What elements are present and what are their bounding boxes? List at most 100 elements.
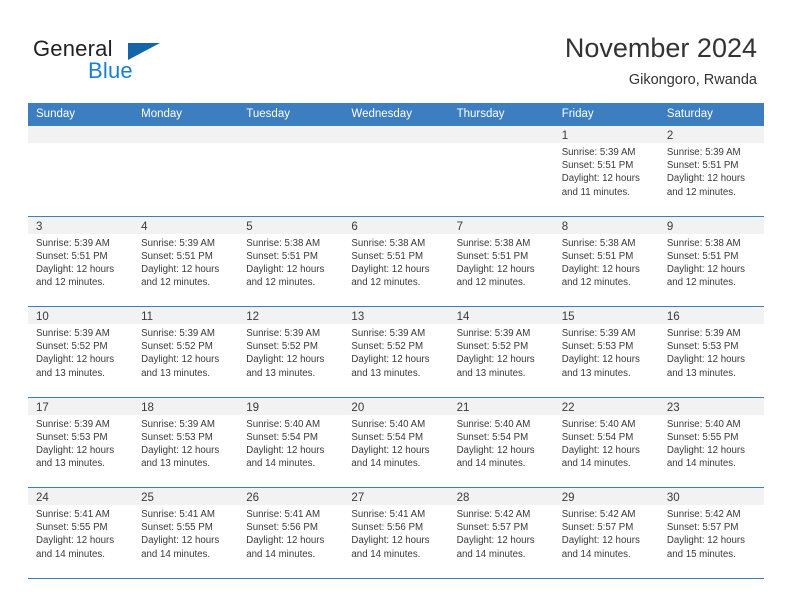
- day-cell[interactable]: 6 Sunrise: 5:38 AM Sunset: 5:51 PM Daylight…: [343, 216, 449, 306]
- day-details: Sunrise: 5:39 AM Sunset: 5:51 PM Daylight:…: [28, 234, 133, 290]
- day-number-band: 16: [658, 307, 764, 324]
- day-number-band: 21: [448, 397, 554, 415]
- day-cell[interactable]: 7 Sunrise: 5:38 AM Sunset: 5:51 PM Daylight…: [448, 216, 554, 306]
- day-cell[interactable]: 21 Sunrise: 5:40 AM Sunset: 5:54 PM Dayligh…: [448, 397, 554, 487]
- day-cell[interactable]: 23 Sunrise: 5:40 AM Sunset: 5:55 PM Dayligh…: [658, 397, 764, 487]
- daylight-text-line2: and 13 minutes.: [351, 367, 421, 379]
- sunset-text: Sunset: 5:52 PM: [246, 341, 318, 353]
- day-number-band: 26: [238, 488, 344, 505]
- day-cell[interactable]: 28 Sunrise: 5:42 AM Sunset: 5:57 PM Dayligh…: [448, 488, 554, 578]
- day-cell[interactable]: 29 Sunrise: 5:42 AM Sunset: 5:57 PM Dayligh…: [553, 488, 659, 578]
- day-number: 28: [456, 492, 470, 504]
- sunrise-text: Sunrise: 5:39 AM: [561, 147, 636, 158]
- sunrise-text: Sunrise: 5:39 AM: [351, 328, 426, 339]
- day-number: 17: [36, 401, 49, 414]
- day-cell-empty: [448, 126, 554, 216]
- day-number-band: [28, 126, 134, 143]
- sunrise-text: Sunrise: 5:39 AM: [561, 328, 636, 339]
- sunset-text: Sunset: 5:55 PM: [141, 522, 213, 534]
- daylight-text-line1: Daylight: 12 hours: [351, 263, 430, 275]
- day-number-band: 10: [28, 307, 134, 324]
- day-details: Sunrise: 5:39 AM Sunset: 5:51 PM Daylight:…: [554, 143, 659, 199]
- day-details: Sunrise: 5:38 AM Sunset: 5:51 PM Daylight:…: [554, 234, 659, 290]
- weekday-friday: Friday: [561, 108, 594, 120]
- day-details: Sunrise: 5:38 AM Sunset: 5:51 PM Daylight:…: [659, 234, 764, 290]
- daylight-text-line1: Daylight: 12 hours: [246, 354, 325, 366]
- daylight-text-line2: and 12 minutes.: [141, 277, 211, 289]
- daylight-text-line2: and 14 minutes.: [456, 458, 526, 470]
- day-cell[interactable]: 3 Sunrise: 5:39 AM Sunset: 5:51 PM Daylight…: [28, 216, 134, 306]
- day-cell[interactable]: 30 Sunrise: 5:42 AM Sunset: 5:57 PM Dayligh…: [658, 488, 764, 578]
- day-cell[interactable]: 9 Sunrise: 5:38 AM Sunset: 5:51 PM Daylight…: [658, 216, 764, 306]
- sunrise-text: Sunrise: 5:39 AM: [246, 328, 321, 339]
- day-cell[interactable]: 19 Sunrise: 5:40 AM Sunset: 5:54 PM Dayligh…: [238, 397, 344, 487]
- daylight-text-line1: Daylight: 12 hours: [246, 444, 325, 456]
- sunset-text: Sunset: 5:55 PM: [36, 522, 108, 534]
- day-cell[interactable]: 25 Sunrise: 5:41 AM Sunset: 5:55 PM Dayligh…: [133, 488, 239, 578]
- day-cell[interactable]: 12 Sunrise: 5:39 AM Sunset: 5:52 PM Dayligh…: [238, 307, 344, 397]
- day-cell[interactable]: 10 Sunrise: 5:39 AM Sunset: 5:52 PM Dayligh…: [28, 307, 134, 397]
- day-number: 14: [456, 311, 470, 323]
- day-details: Sunrise: 5:40 AM Sunset: 5:54 PM Daylight:…: [238, 415, 343, 471]
- day-cell[interactable]: 13 Sunrise: 5:39 AM Sunset: 5:52 PM Dayligh…: [343, 307, 449, 397]
- daylight-text-line2: and 13 minutes.: [561, 367, 631, 379]
- sunset-text: Sunset: 5:53 PM: [561, 341, 634, 353]
- day-cell[interactable]: 18 Sunrise: 5:39 AM Sunset: 5:53 PM Dayligh…: [133, 397, 239, 487]
- day-number: 2: [666, 130, 674, 142]
- day-cell[interactable]: 1 Sunrise: 5:39 AM Sunset: 5:51 PM Daylight…: [553, 126, 659, 216]
- sunrise-text: Sunrise: 5:40 AM: [351, 418, 426, 430]
- day-cell[interactable]: 17 Sunrise: 5:39 AM Sunset: 5:53 PM Dayligh…: [28, 397, 134, 487]
- day-details: Sunrise: 5:41 AM Sunset: 5:56 PM Daylight:…: [238, 505, 343, 561]
- day-cell[interactable]: 2 Sunrise: 5:39 AM Sunset: 5:51 PM Daylight…: [658, 126, 764, 216]
- sunrise-text: Sunrise: 5:42 AM: [456, 509, 531, 520]
- day-cell[interactable]: 27 Sunrise: 5:41 AM Sunset: 5:56 PM Dayligh…: [343, 488, 449, 578]
- daylight-text-line1: Daylight: 12 hours: [561, 354, 640, 366]
- day-details: Sunrise: 5:39 AM Sunset: 5:52 PM Daylight:…: [28, 324, 133, 380]
- sunset-text: Sunset: 5:57 PM: [561, 522, 634, 534]
- daylight-text-line1: Daylight: 12 hours: [246, 535, 325, 547]
- daylight-text-line1: Daylight: 12 hours: [456, 354, 535, 366]
- general-blue-logo[interactable]: General Blue: [33, 36, 213, 86]
- daylight-text-line1: Daylight: 12 hours: [36, 354, 115, 366]
- day-number: 15: [561, 311, 575, 323]
- daylight-text-line2: and 13 minutes.: [666, 367, 736, 379]
- day-details: Sunrise: 5:39 AM Sunset: 5:53 PM Daylight:…: [133, 415, 238, 471]
- daylight-text-line2: and 13 minutes.: [246, 367, 316, 379]
- day-number-band: 28: [448, 488, 554, 505]
- sunset-text: Sunset: 5:51 PM: [351, 250, 424, 262]
- daylight-text-line2: and 11 minutes.: [561, 186, 630, 198]
- daylight-text-line2: and 13 minutes.: [456, 367, 526, 379]
- day-cell[interactable]: 5 Sunrise: 5:38 AM Sunset: 5:51 PM Daylight…: [238, 216, 344, 306]
- weekday-sunday: Sunday: [36, 108, 76, 120]
- day-details: Sunrise: 5:42 AM Sunset: 5:57 PM Daylight:…: [659, 505, 764, 561]
- daylight-text-line2: and 12 minutes.: [561, 277, 631, 289]
- day-number-band: [238, 126, 344, 143]
- day-cell[interactable]: 8 Sunrise: 5:38 AM Sunset: 5:51 PM Daylight…: [553, 216, 659, 306]
- sunset-text: Sunset: 5:57 PM: [456, 522, 529, 534]
- day-number-band: 9: [658, 216, 764, 234]
- day-cell[interactable]: 14 Sunrise: 5:39 AM Sunset: 5:52 PM Dayligh…: [448, 307, 554, 397]
- daylight-text-line2: and 14 minutes.: [666, 458, 736, 470]
- day-number-band: 3: [28, 216, 134, 234]
- daylight-text-line2: and 12 minutes.: [456, 277, 526, 289]
- day-number: 24: [36, 492, 49, 504]
- sunrise-text: Sunrise: 5:39 AM: [456, 328, 531, 339]
- sunrise-text: Sunrise: 5:39 AM: [666, 328, 741, 339]
- daylight-text-line1: Daylight: 12 hours: [666, 173, 745, 185]
- day-cell[interactable]: 11 Sunrise: 5:39 AM Sunset: 5:52 PM Dayligh…: [133, 307, 239, 397]
- day-number: 30: [666, 492, 680, 504]
- day-cell[interactable]: 15 Sunrise: 5:39 AM Sunset: 5:53 PM Dayligh…: [553, 307, 659, 397]
- day-details: Sunrise: 5:39 AM Sunset: 5:52 PM Daylight:…: [238, 324, 343, 380]
- day-number-band: [133, 126, 239, 143]
- day-cell[interactable]: 24 Sunrise: 5:41 AM Sunset: 5:55 PM Dayligh…: [28, 488, 134, 578]
- day-cell[interactable]: 26 Sunrise: 5:41 AM Sunset: 5:56 PM Dayligh…: [238, 488, 344, 578]
- daylight-text-line1: Daylight: 12 hours: [36, 535, 115, 547]
- sunset-text: Sunset: 5:51 PM: [141, 250, 213, 262]
- day-cell[interactable]: 16 Sunrise: 5:39 AM Sunset: 5:53 PM Dayligh…: [658, 307, 764, 397]
- day-cell[interactable]: 4 Sunrise: 5:39 AM Sunset: 5:51 PM Daylight…: [133, 216, 239, 306]
- sunset-text: Sunset: 5:51 PM: [456, 250, 529, 262]
- day-cell[interactable]: 20 Sunrise: 5:40 AM Sunset: 5:54 PM Dayligh…: [343, 397, 449, 487]
- daylight-text-line1: Daylight: 12 hours: [456, 535, 535, 547]
- day-number-band: 19: [238, 397, 344, 415]
- day-cell[interactable]: 22 Sunrise: 5:40 AM Sunset: 5:54 PM Dayligh…: [553, 397, 659, 487]
